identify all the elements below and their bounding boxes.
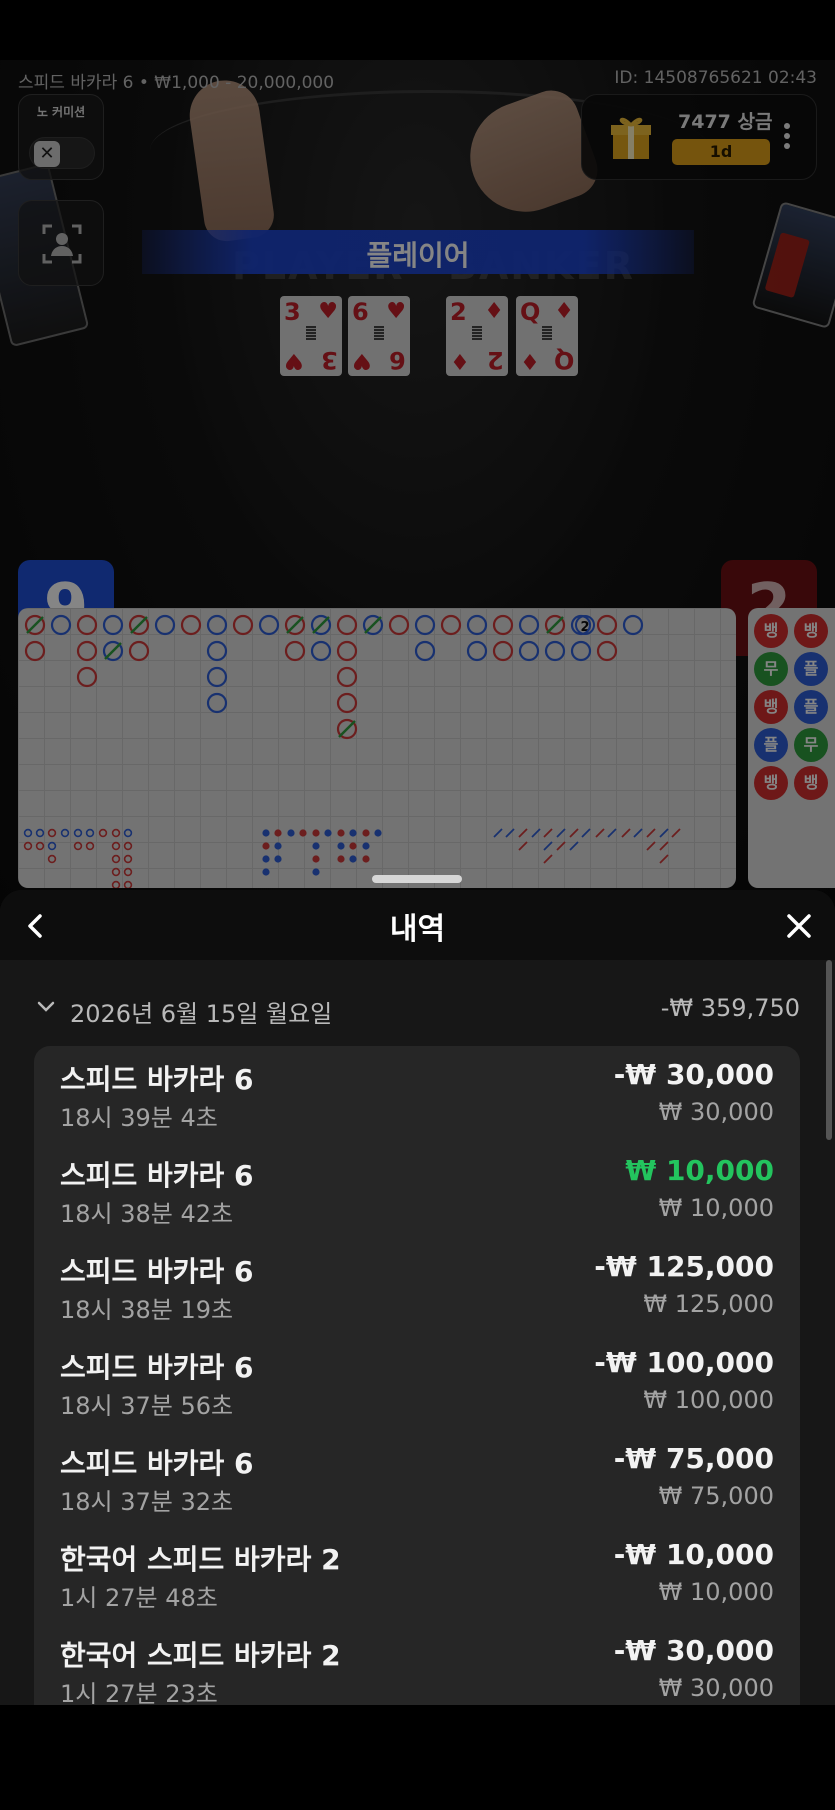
list-item[interactable]: 한국어 스피드 바카라 2 1시 27분 23초 -₩ 30,000 ₩ 30,… [34,1622,800,1705]
bottom-bar [0,1705,835,1810]
day-date: 2026년 6월 15일 월요일 [70,1000,333,1028]
item-bet: ₩ 30,000 [658,1674,774,1702]
sheet-drag-handle[interactable] [372,875,462,883]
game-name: 한국어 스피드 바카라 2 [60,1639,341,1672]
game-name: 스피드 바카라 6 [60,1063,254,1096]
item-time: 18시 37분 32초 [60,1488,234,1516]
history-list: 스피드 바카라 6 18시 39분 4초 -₩ 30,000 ₩ 30,000 … [34,1046,800,1705]
item-time: 1시 27분 48초 [60,1584,218,1612]
game-name: 한국어 스피드 바카라 2 [60,1543,341,1576]
item-bet: ₩ 125,000 [643,1290,774,1318]
item-amount: -₩ 100,000 [594,1346,774,1379]
sheet-title: 내역 [389,912,446,947]
item-bet: ₩ 100,000 [643,1386,774,1414]
scrollbar[interactable] [826,960,832,1140]
overlay-dim[interactable] [0,60,835,910]
game-name: 스피드 바카라 6 [60,1159,254,1192]
list-item[interactable]: 스피드 바카라 6 18시 37분 32초 -₩ 75,000 ₩ 75,000 [34,1430,800,1526]
item-bet: ₩ 10,000 [658,1578,774,1606]
close-icon[interactable] [779,906,819,946]
page: 스피드 바카라 6 • ₩1,000 - 20,000,000 ID: 1450… [0,0,835,1810]
item-bet: ₩ 75,000 [658,1482,774,1510]
day-total: -₩ 359,750 [660,994,800,1022]
item-time: 18시 37분 56초 [60,1392,234,1420]
list-item[interactable]: 스피드 바카라 6 18시 39분 4초 -₩ 30,000 ₩ 30,000 [34,1046,800,1142]
game-name: 스피드 바카라 6 [60,1351,254,1384]
item-amount: ₩ 10,000 [625,1154,774,1187]
chevron-down-icon [37,1001,55,1012]
list-item[interactable]: 스피드 바카라 6 18시 38분 19초 -₩ 125,000 ₩ 125,0… [34,1238,800,1334]
item-bet: ₩ 30,000 [658,1098,774,1126]
game-name: 스피드 바카라 6 [60,1447,254,1480]
item-amount: -₩ 10,000 [613,1538,774,1571]
sheet-header: 내역 [0,890,835,960]
item-time: 18시 38분 19초 [60,1296,234,1324]
game-name: 스피드 바카라 6 [60,1255,254,1288]
item-time: 1시 27분 23초 [60,1680,218,1705]
list-item[interactable]: 한국어 스피드 바카라 2 1시 27분 48초 -₩ 10,000 ₩ 10,… [34,1526,800,1622]
item-time: 18시 39분 4초 [60,1104,218,1132]
history-sheet: 내역 2026년 6월 15일 월요일 -₩ 359,750 스피드 바카라 6… [0,890,835,1705]
day-group-header[interactable]: 2026년 6월 15일 월요일 -₩ 359,750 [34,990,800,1030]
item-amount: -₩ 30,000 [613,1058,774,1091]
item-amount: -₩ 75,000 [613,1442,774,1475]
item-amount: -₩ 125,000 [594,1250,774,1283]
item-amount: -₩ 30,000 [613,1634,774,1667]
list-item[interactable]: 스피드 바카라 6 18시 38분 42초 ₩ 10,000 ₩ 10,000 [34,1142,800,1238]
item-bet: ₩ 10,000 [658,1194,774,1222]
list-item[interactable]: 스피드 바카라 6 18시 37분 56초 -₩ 100,000 ₩ 100,0… [34,1334,800,1430]
item-time: 18시 38분 42초 [60,1200,234,1228]
